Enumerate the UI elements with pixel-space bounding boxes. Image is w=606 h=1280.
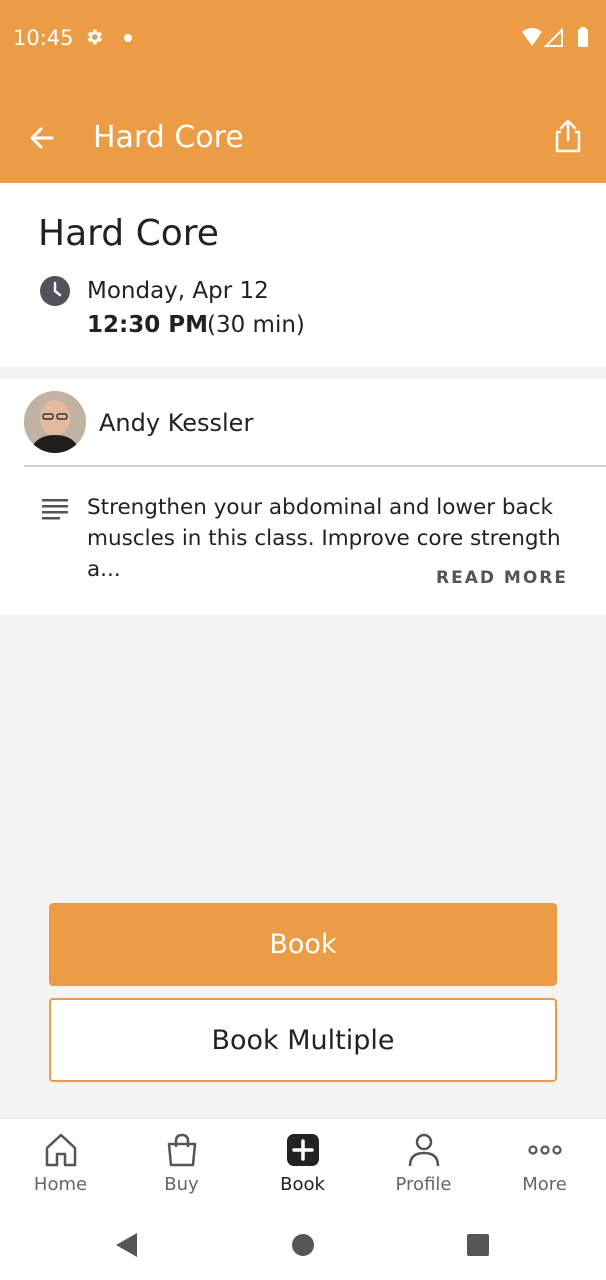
shopping-bag-icon — [167, 1133, 197, 1167]
nav-label-book: Book — [280, 1174, 325, 1195]
status-bar: 10:45 — [0, 0, 606, 76]
nav-label-more: More — [522, 1174, 567, 1195]
bottom-nav: Home Buy Book Profile More — [0, 1118, 606, 1212]
read-more-link[interactable]: READ MORE — [436, 568, 568, 588]
nav-item-profile[interactable]: Profile — [363, 1119, 484, 1213]
nav-item-book[interactable]: Book — [242, 1119, 363, 1213]
person-icon — [408, 1133, 440, 1167]
clock-icon — [40, 276, 70, 306]
avatar-photo-icon — [24, 391, 86, 453]
app-bar: Hard Core — [0, 76, 606, 183]
divider — [24, 465, 606, 467]
nav-item-buy[interactable]: Buy — [121, 1119, 242, 1213]
app-bar-title: Hard Core — [93, 120, 244, 155]
nav-item-more[interactable]: More — [484, 1119, 605, 1213]
nav-label-profile: Profile — [395, 1174, 452, 1195]
book-multiple-button[interactable]: Book Multiple — [49, 998, 557, 1082]
instructor-name[interactable]: Andy Kessler — [99, 409, 253, 437]
nav-label-home: Home — [33, 1174, 88, 1195]
class-info-card: Hard Core Monday, Apr 12 12:30 PM (30 mi… — [0, 183, 606, 367]
system-back-icon[interactable] — [112, 1230, 142, 1260]
book-button[interactable]: Book — [49, 903, 557, 986]
more-dots-icon — [528, 1145, 562, 1155]
system-nav-bar — [0, 1212, 606, 1280]
system-recents-icon[interactable] — [463, 1230, 493, 1260]
system-home-icon[interactable] — [288, 1230, 318, 1260]
back-arrow-icon[interactable] — [24, 120, 60, 156]
class-time: 12:30 PM — [87, 312, 208, 338]
wifi-icon — [522, 28, 542, 46]
settings-icon — [87, 29, 102, 45]
class-duration: (30 min) — [207, 312, 305, 338]
signal-icon — [543, 27, 563, 47]
instructor-avatar[interactable] — [24, 391, 86, 453]
class-date: Monday, Apr 12 — [87, 278, 269, 304]
nav-item-home[interactable]: Home — [0, 1119, 121, 1213]
class-detail-card: Andy Kessler Strengthen your abdominal a… — [0, 379, 606, 615]
home-icon — [45, 1133, 77, 1167]
share-icon[interactable] — [552, 118, 584, 154]
status-time: 10:45 — [13, 26, 74, 50]
battery-icon — [578, 29, 588, 47]
status-indicators-icon — [522, 27, 588, 47]
class-title: Hard Core — [38, 213, 219, 254]
nav-label-buy: Buy — [164, 1174, 199, 1195]
notification-dot-icon — [124, 34, 132, 42]
plus-square-icon — [287, 1134, 319, 1166]
description-lines-icon — [42, 499, 68, 520]
